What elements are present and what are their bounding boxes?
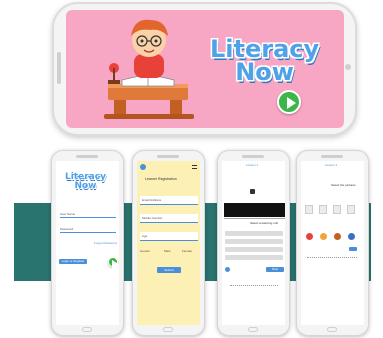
- mobile-placeholder: Mobile Number: [142, 216, 163, 220]
- submit-button[interactable]: Submit: [157, 267, 181, 273]
- picture-icon[interactable]: [334, 233, 341, 240]
- splash-screen: Literacy Now: [66, 10, 344, 128]
- age-placeholder: Age: [142, 234, 148, 238]
- menu-icon[interactable]: [192, 165, 197, 169]
- forgot-password-link[interactable]: Forgot Password: [94, 241, 117, 245]
- female-radio[interactable]: Female: [182, 249, 192, 253]
- video-progress[interactable]: [224, 218, 285, 219]
- phone-notch: [321, 155, 343, 158]
- username-input[interactable]: User Name: [60, 212, 75, 216]
- password-input[interactable]: Password: [60, 227, 73, 231]
- male-radio[interactable]: Male: [164, 249, 171, 253]
- phone-notch: [242, 155, 264, 158]
- login-screen: Literacy Now User Name Password Forgot P…: [56, 161, 119, 325]
- list-item[interactable]: [225, 239, 283, 244]
- option-card[interactable]: [333, 205, 341, 214]
- lesson-screen: Lesson 1 Select a learning unit Next: [222, 161, 285, 325]
- video-player[interactable]: [224, 203, 285, 217]
- gender-label: Gender: [140, 249, 151, 253]
- phone-camera: [345, 64, 351, 70]
- login-logo-word2: Now: [74, 180, 97, 191]
- option-card[interactable]: [319, 205, 327, 214]
- option-card[interactable]: [347, 205, 355, 214]
- next-arrow-icon[interactable]: [349, 247, 357, 251]
- home-button[interactable]: [327, 327, 337, 332]
- home-button[interactable]: [248, 327, 258, 332]
- logo-word-now: Now: [235, 57, 294, 86]
- phone-notch: [76, 155, 98, 158]
- activity-title: Lesson 1: [325, 163, 338, 167]
- picture-icon[interactable]: [348, 233, 355, 240]
- phone-register: Learner Registration Email Address Mobil…: [132, 150, 205, 336]
- section-label: Select a learning unit: [250, 221, 279, 225]
- landscape-phone: Literacy Now: [52, 2, 357, 136]
- phone-notch: [157, 155, 179, 158]
- picture-icon[interactable]: [306, 233, 313, 240]
- back-icon[interactable]: [140, 164, 146, 170]
- home-button[interactable]: [82, 327, 92, 332]
- email-placeholder: Email Address: [142, 198, 162, 202]
- register-screen: Learner Registration Email Address Mobil…: [137, 161, 200, 325]
- username-underline: [60, 217, 116, 218]
- home-button[interactable]: [163, 327, 173, 332]
- play-button[interactable]: [277, 90, 301, 114]
- age-field[interactable]: [140, 232, 198, 241]
- register-title: Learner Registration: [145, 177, 177, 181]
- password-underline: [60, 232, 116, 233]
- pager-dots: [307, 257, 357, 258]
- login-button[interactable]: Login or Register: [59, 259, 87, 264]
- activity-prompt: Select the pictures: [331, 183, 356, 187]
- speaker-icon[interactable]: [250, 189, 255, 194]
- phone-login: Literacy Now User Name Password Forgot P…: [51, 150, 124, 336]
- literacy-now-logo: Literacy Now: [210, 37, 319, 86]
- list-item[interactable]: [225, 231, 283, 236]
- pager-dots: [230, 285, 278, 286]
- lesson-title: Lesson 1: [246, 163, 259, 167]
- picture-icon[interactable]: [320, 233, 327, 240]
- prev-button[interactable]: [225, 267, 230, 272]
- activity-screen: Lesson 1 Select the pictures: [301, 161, 364, 325]
- reading-child-illustration: [104, 19, 194, 119]
- phone-lesson: Lesson 1 Select a learning unit Next: [217, 150, 290, 336]
- login-logo: Literacy Now: [65, 173, 106, 190]
- list-item[interactable]: [225, 255, 283, 260]
- phone-activity: Lesson 1 Select the pictures: [296, 150, 369, 336]
- next-button[interactable]: Next: [266, 267, 284, 272]
- option-card[interactable]: [305, 205, 313, 214]
- login-play-button[interactable]: [108, 257, 119, 273]
- list-item[interactable]: [225, 247, 283, 252]
- phone-speaker: [57, 52, 61, 84]
